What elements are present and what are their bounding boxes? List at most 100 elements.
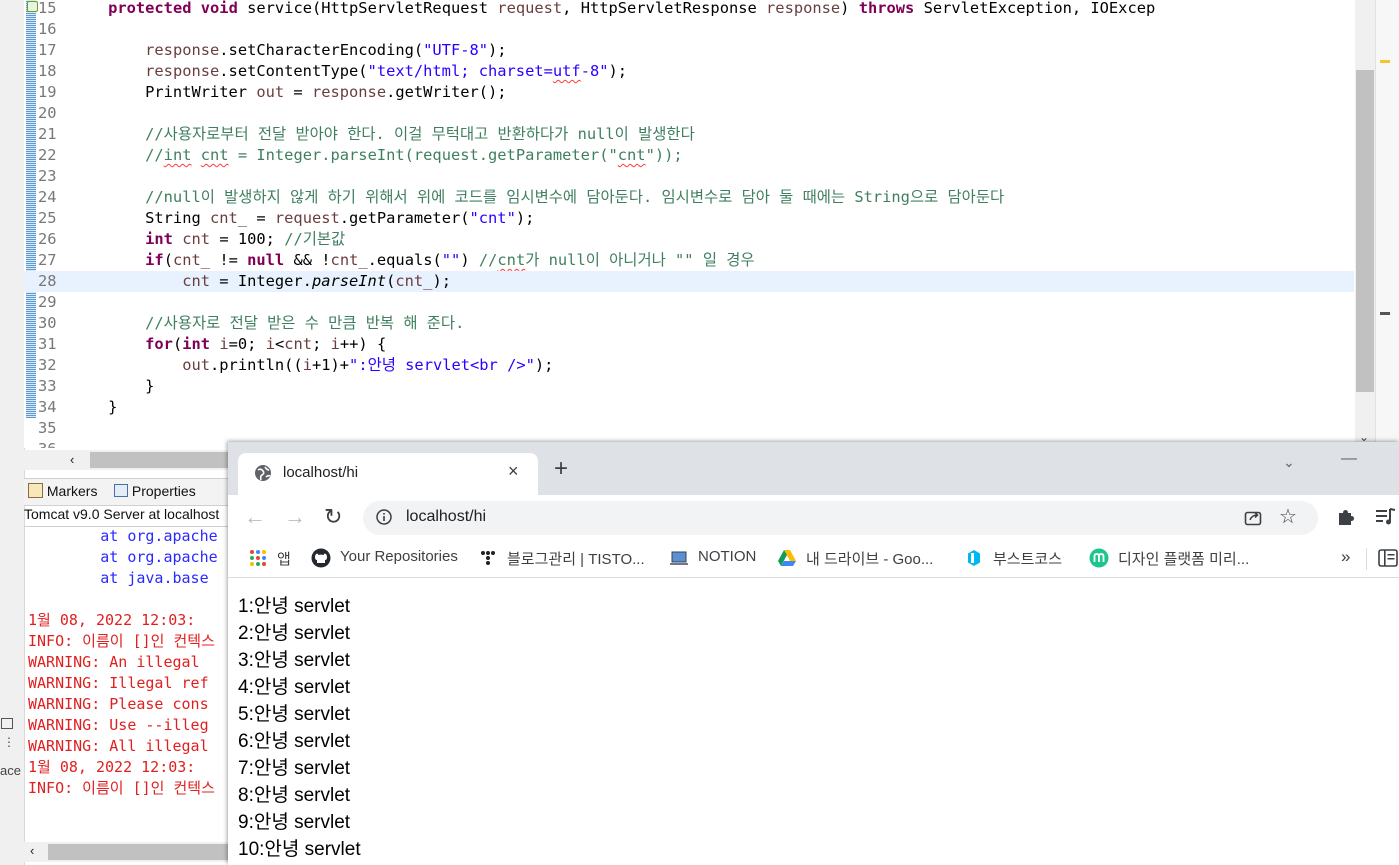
code-token: } [71, 377, 155, 395]
apps-grid-icon [250, 550, 266, 566]
code-line[interactable]: 15 protected void service(HttpServletReq… [24, 0, 1354, 19]
code-token: String [71, 209, 210, 227]
code-token: i [302, 356, 312, 374]
code-token: ; [312, 335, 331, 353]
restore-icon[interactable] [1, 718, 13, 729]
code-line[interactable]: 22 //int cnt = Integer.parseInt(request.… [24, 145, 1354, 166]
code-line[interactable]: 24 //null이 발생하지 않게 하기 위해서 위에 코드를 임시변수에 담… [24, 187, 1354, 208]
code-line[interactable]: 17 response.setCharacterEncoding("UTF-8"… [24, 40, 1354, 61]
code-token: "" [441, 251, 461, 269]
back-button[interactable]: ← [244, 504, 266, 530]
editor-horizontal-scroll-thumb[interactable] [90, 452, 235, 468]
code-token: = Integer.parseInt(request.getParameter(… [228, 146, 618, 164]
site-info-icon[interactable] [376, 509, 392, 525]
editor-vertical-scroll-thumb[interactable] [1356, 70, 1374, 392]
code-line[interactable]: 33 } [24, 376, 1354, 397]
reading-list-icon[interactable] [1378, 549, 1398, 567]
task-marker[interactable] [1380, 312, 1390, 315]
extensions-puzzle-icon[interactable] [1336, 507, 1356, 527]
code-token: i [330, 335, 340, 353]
code-token: .setContentType( [219, 62, 368, 80]
line-number: 23 [38, 167, 57, 185]
boostcourse-icon [968, 550, 980, 566]
code-token: int [145, 230, 173, 248]
reload-button[interactable]: ↻ [324, 504, 342, 530]
code-line[interactable]: 32 out.println((i+1)+":안녕 servlet<br />"… [24, 355, 1354, 376]
code-token: ServletException, IOExcep [914, 0, 1156, 17]
code-token: ":안녕 servlet<br />" [349, 356, 535, 374]
minimize-window-button[interactable]: — [1341, 450, 1357, 468]
code-line[interactable]: 30 //사용자로 전달 받은 수 만큼 반복 해 준다. [24, 313, 1354, 334]
code-line[interactable]: 19 PrintWriter out = response.getWriter(… [24, 82, 1354, 103]
scroll-left-arrow-icon[interactable]: ‹ [30, 843, 34, 858]
code-token: cnt [284, 335, 313, 353]
code-token: = 100; [210, 230, 285, 248]
code-token: = [284, 83, 312, 101]
close-tab-icon[interactable]: × [508, 461, 519, 482]
more-bookmarks-chevron[interactable]: » [1341, 547, 1350, 567]
output-line: 10:안녕 servlet [238, 839, 361, 860]
code-token: ); [515, 209, 535, 227]
code-line[interactable]: 23 [24, 166, 1354, 187]
java-code-editor[interactable]: 15 protected void service(HttpServletReq… [24, 0, 1374, 448]
bookmark-star-icon[interactable]: ☆ [1279, 504, 1297, 529]
code-text: } [71, 397, 117, 418]
code-token: cnt [182, 230, 211, 248]
line-number: 34 [38, 398, 57, 416]
forward-button[interactable]: → [284, 504, 306, 530]
code-token: i [265, 335, 275, 353]
code-token: void [200, 0, 238, 17]
url-text[interactable]: localhost/hi [406, 508, 486, 526]
code-token: +1)+ [311, 356, 350, 374]
code-token: response [145, 62, 220, 80]
code-line[interactable]: 28 cnt = Integer.parseInt(cnt_); [24, 271, 1354, 292]
code-token: out [256, 83, 285, 101]
overview-ruler[interactable] [1375, 0, 1399, 448]
share-icon[interactable] [1243, 507, 1263, 527]
tab-markers[interactable]: Markers [28, 483, 97, 499]
code-token: request [274, 209, 340, 227]
code-line[interactable]: 25 String cnt_ = request.getParameter("c… [24, 208, 1354, 229]
code-line[interactable]: 31 for(int i=0; i<cnt; i++) { [24, 334, 1354, 355]
code-text: } [71, 376, 154, 397]
code-token: < [274, 335, 285, 353]
view-menu-icon[interactable]: ⋮ [3, 736, 22, 748]
address-bar[interactable]: localhost/hi ☆ [363, 501, 1318, 535]
code-line[interactable]: 20 [24, 103, 1354, 124]
output-line: 2:안녕 servlet [238, 623, 351, 644]
code-text: //int cnt = Integer.parseInt(request.get… [71, 145, 683, 166]
code-line[interactable]: 34 } [24, 397, 1354, 418]
scroll-left-arrow-icon[interactable]: ‹ [70, 452, 74, 467]
code-line[interactable]: 16 [24, 19, 1354, 40]
chrome-window: localhost/hi × + ⌄ — ← → ↻ localhost/hi … [228, 442, 1399, 865]
code-line[interactable]: 26 int cnt = 100; //기본값 [24, 229, 1354, 250]
code-token: .println(( [210, 356, 303, 374]
globe-icon [255, 465, 271, 481]
code-token: int [182, 335, 211, 353]
warning-marker[interactable] [1380, 60, 1390, 63]
code-line[interactable]: 18 response.setContentType("text/html; c… [24, 61, 1354, 82]
code-line[interactable]: 21 //사용자로부터 전달 받아야 한다. 이걸 무턱대고 반환하다가 nul… [24, 124, 1354, 145]
code-token: ); [534, 356, 554, 374]
code-line[interactable]: 29 [24, 292, 1354, 313]
tab-properties[interactable]: Properties [114, 483, 196, 499]
console-output[interactable]: at org.apache at org.apache at java.base… [24, 527, 234, 842]
new-tab-button[interactable]: + [554, 457, 568, 481]
code-token: PrintWriter [71, 83, 257, 101]
output-line: 3:안녕 servlet [238, 650, 351, 671]
tab-search-chevron-icon[interactable]: ⌄ [1283, 454, 1295, 471]
media-control-icon[interactable] [1375, 507, 1397, 527]
code-area[interactable]: 15 protected void service(HttpServletReq… [24, 0, 1354, 448]
line-number: 22 [38, 146, 57, 164]
console-horizontal-scroll-thumb[interactable] [48, 844, 228, 860]
github-icon [311, 548, 331, 568]
code-text: out.println((i+1)+":안녕 servlet<br />"); [71, 355, 553, 376]
tab-localhost[interactable]: localhost/hi × [238, 453, 538, 495]
code-text: response.setCharacterEncoding("UTF-8"); [71, 40, 506, 61]
code-token: response [766, 0, 841, 17]
code-line[interactable]: 35 [24, 418, 1354, 439]
code-line[interactable]: 27 if(cnt_ != null && !cnt_.equals("") /… [24, 250, 1354, 271]
code-token: service(HttpServletRequest [237, 0, 498, 17]
